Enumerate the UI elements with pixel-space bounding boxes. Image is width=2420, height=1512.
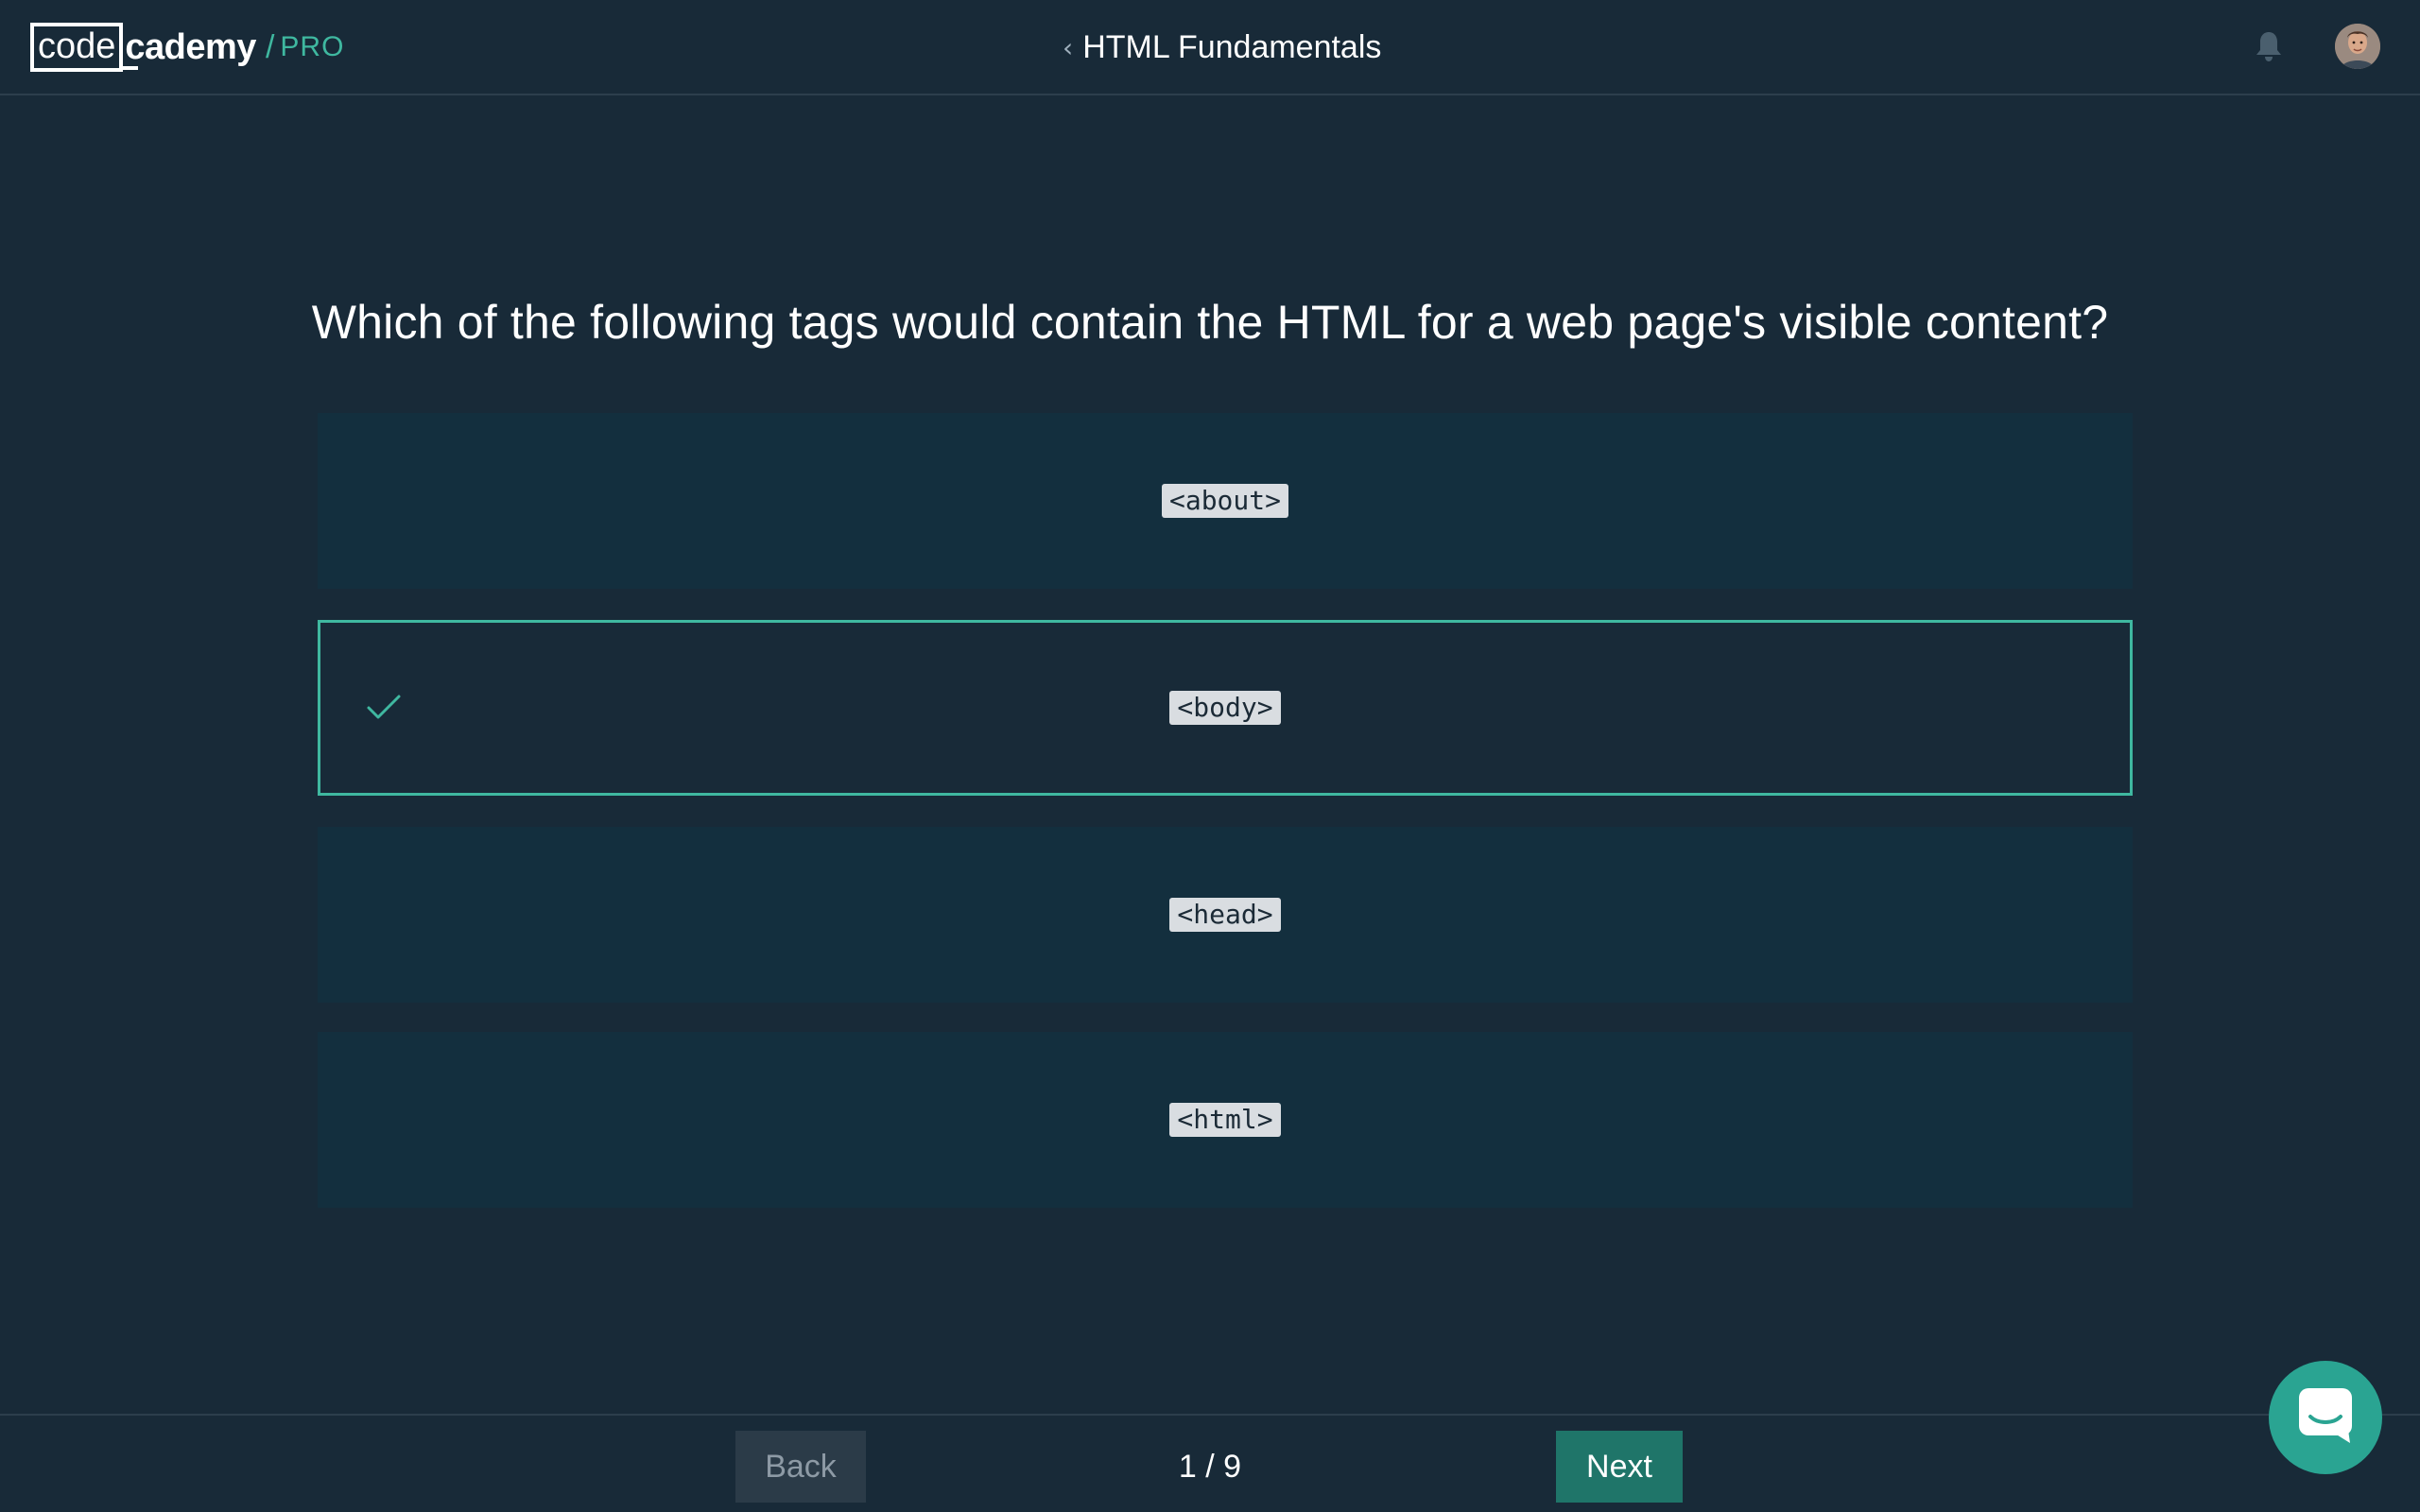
- course-title: HTML Fundamentals: [1082, 28, 1382, 65]
- question-progress: 1 / 9: [1178, 1449, 1242, 1485]
- codecademy-logo[interactable]: code cademy / PRO: [30, 23, 344, 72]
- user-avatar[interactable]: [2335, 24, 2380, 69]
- answer-option-body[interactable]: <body>: [318, 620, 2133, 796]
- next-button[interactable]: Next: [1556, 1431, 1683, 1503]
- answer-label: <html>: [1169, 1103, 1281, 1137]
- checkmark-icon: [366, 691, 402, 725]
- chat-bubble-icon: [2297, 1386, 2354, 1449]
- logo-code-box: code: [30, 23, 124, 72]
- chevron-left-icon: ‹: [1063, 31, 1074, 63]
- answer-option-html[interactable]: <html>: [318, 1032, 2133, 1208]
- answer-label: <head>: [1169, 898, 1281, 932]
- pro-badge: PRO: [280, 31, 345, 62]
- answer-option-about[interactable]: <about>: [318, 413, 2133, 589]
- logo-wordmark: cademy: [119, 23, 256, 72]
- question-text: Which of the following tags would contai…: [311, 296, 2109, 349]
- answer-label: <about>: [1161, 484, 1288, 518]
- bell-icon[interactable]: [2254, 30, 2284, 62]
- logo-separator: /: [265, 29, 275, 65]
- answer-option-head[interactable]: <head>: [318, 827, 2133, 1003]
- back-button[interactable]: Back: [735, 1431, 866, 1503]
- course-back-link[interactable]: ‹ HTML Fundamentals: [1063, 21, 1381, 74]
- quiz-footer: Back 1 / 9 Next: [0, 1414, 2420, 1512]
- answer-label: <body>: [1169, 691, 1281, 725]
- top-nav: code cademy / PRO ‹ HTML Fundamentals: [0, 0, 2420, 95]
- chat-launcher-button[interactable]: [2269, 1361, 2382, 1474]
